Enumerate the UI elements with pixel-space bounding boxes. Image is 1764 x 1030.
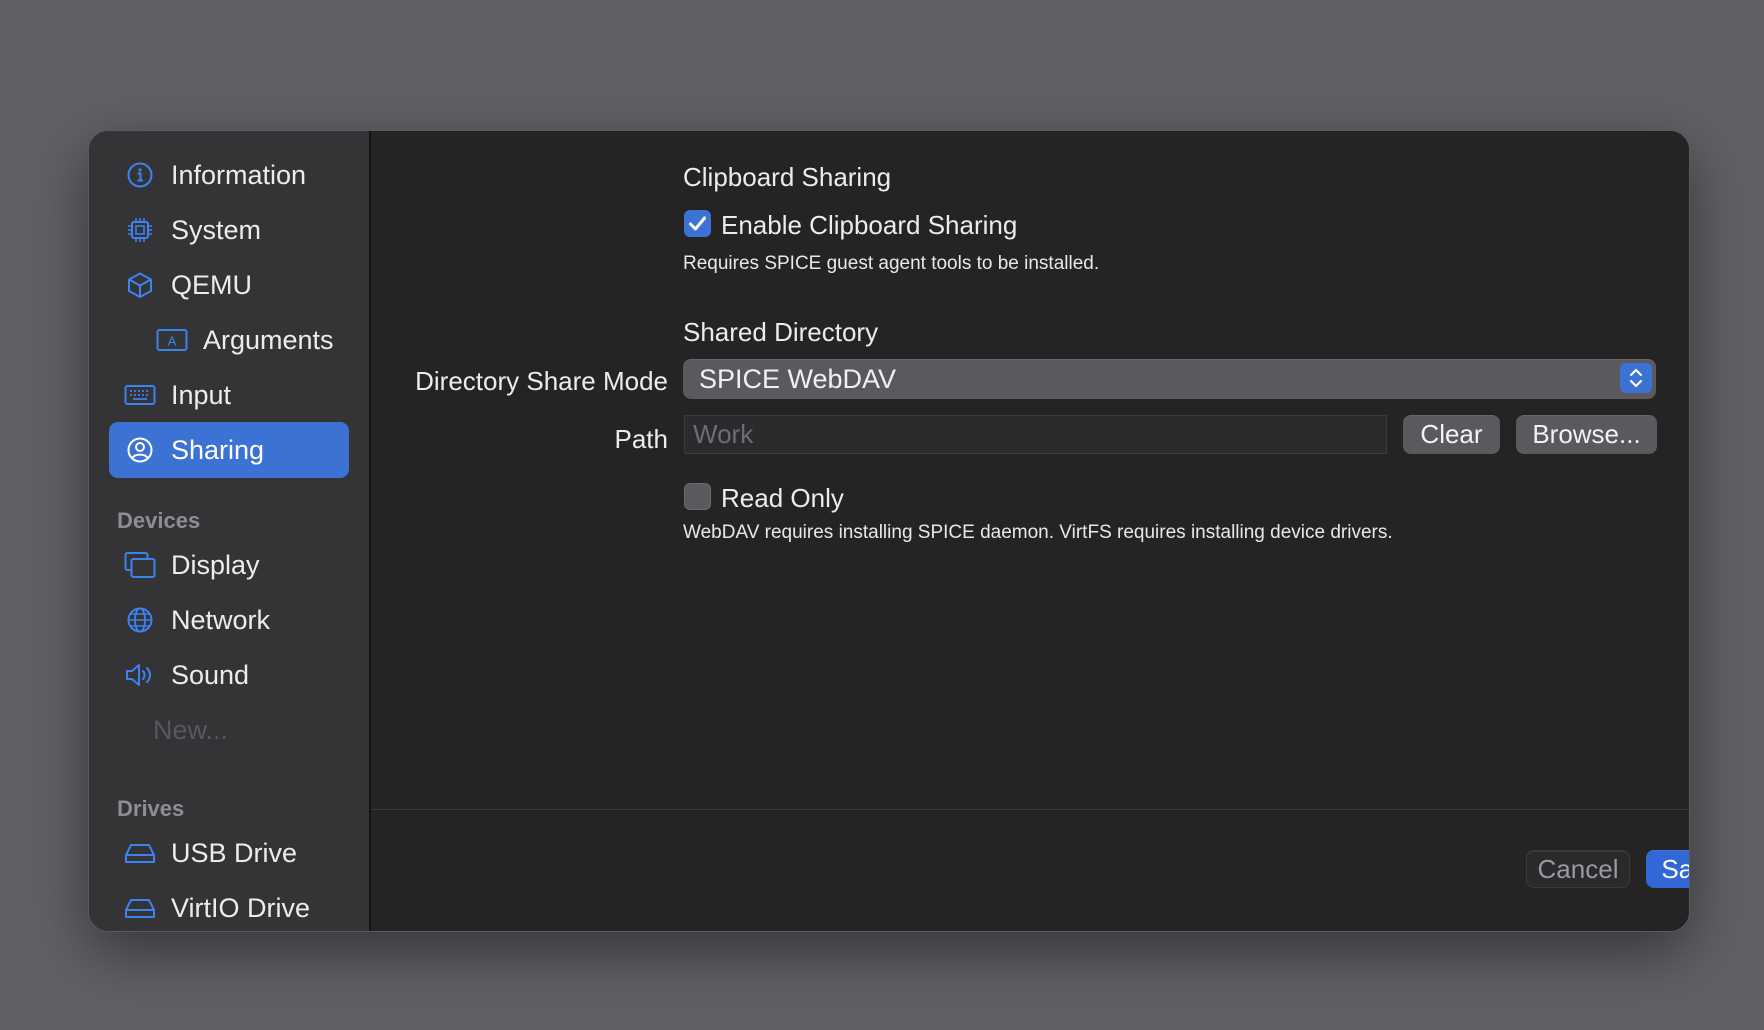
sidebar: Information System QEMU A Arguments Inpu… bbox=[89, 131, 371, 931]
footer-divider bbox=[371, 809, 1689, 810]
sidebar-item-sound[interactable]: Sound bbox=[109, 647, 349, 703]
directory-share-mode-select[interactable]: SPICE WebDAV bbox=[683, 359, 1656, 399]
read-only-label[interactable]: Read Only bbox=[721, 483, 844, 514]
sidebar-item-qemu[interactable]: QEMU bbox=[109, 257, 349, 313]
save-button[interactable]: Save bbox=[1646, 850, 1689, 888]
cube-icon bbox=[123, 268, 157, 302]
drive-icon bbox=[123, 836, 157, 870]
clipboard-sharing-heading: Clipboard Sharing bbox=[683, 162, 892, 192]
clear-button[interactable]: Clear bbox=[1403, 415, 1500, 454]
popup-stepper-icon bbox=[1620, 363, 1652, 393]
path-field[interactable]: Work bbox=[684, 415, 1387, 454]
sidebar-item-label: Sound bbox=[171, 659, 250, 690]
devices-section-header: Devices bbox=[117, 508, 201, 533]
sidebar-item-label: VirtIO Drive bbox=[171, 892, 311, 923]
sidebar-item-label: QEMU bbox=[171, 269, 252, 300]
path-placeholder: Work bbox=[693, 419, 754, 449]
keyboard-icon bbox=[123, 378, 157, 412]
sidebar-item-label: Arguments bbox=[203, 324, 334, 355]
sidebar-item-label: Display bbox=[171, 549, 260, 580]
person-circle-icon bbox=[123, 433, 157, 467]
info-icon bbox=[123, 158, 157, 192]
sidebar-item-label: Information bbox=[171, 159, 307, 190]
path-label: Path bbox=[614, 424, 669, 454]
sidebar-item-label: Input bbox=[171, 379, 232, 410]
sidebar-item-label: Network bbox=[171, 604, 271, 635]
sharing-settings-panel: Clipboard Sharing Enable Clipboard Shari… bbox=[371, 131, 1689, 931]
browse-button[interactable]: Browse... bbox=[1516, 415, 1657, 454]
sidebar-item-label: Sharing bbox=[171, 434, 265, 465]
settings-window: Information System QEMU A Arguments Inpu… bbox=[88, 130, 1690, 932]
sidebar-item-arguments[interactable]: A Arguments bbox=[109, 312, 349, 368]
sidebar-item-label: System bbox=[171, 214, 262, 245]
directory-share-mode-label: Directory Share Mode bbox=[415, 366, 668, 396]
cancel-button[interactable]: Cancel bbox=[1526, 850, 1630, 888]
sidebar-item-network[interactable]: Network bbox=[109, 592, 349, 648]
sidebar-item-virtio-drive[interactable]: VirtIO Drive bbox=[109, 880, 349, 931]
enable-clipboard-checkbox[interactable] bbox=[684, 210, 711, 237]
checkmark-icon bbox=[689, 216, 706, 231]
speaker-icon bbox=[123, 658, 157, 692]
display-icon bbox=[123, 548, 157, 582]
svg-text:A: A bbox=[168, 334, 177, 349]
sidebar-item-information[interactable]: Information bbox=[109, 147, 349, 203]
text-field-icon: A bbox=[155, 323, 189, 357]
directory-share-mode-value: SPICE WebDAV bbox=[699, 363, 897, 394]
sidebar-item-label: USB Drive bbox=[171, 837, 298, 868]
new-device-placeholder[interactable]: New... bbox=[153, 702, 353, 758]
clipboard-hint: Requires SPICE guest agent tools to be i… bbox=[683, 253, 1100, 274]
drive-icon bbox=[123, 891, 157, 925]
enable-clipboard-label[interactable]: Enable Clipboard Sharing bbox=[721, 210, 1017, 241]
sidebar-item-input[interactable]: Input bbox=[109, 367, 349, 423]
cpu-icon bbox=[123, 213, 157, 247]
sidebar-item-sharing[interactable]: Sharing bbox=[109, 422, 349, 478]
shared-directory-heading: Shared Directory bbox=[683, 317, 879, 347]
shared-directory-hint: WebDAV requires installing SPICE daemon.… bbox=[683, 522, 1393, 543]
sidebar-item-display[interactable]: Display bbox=[109, 537, 349, 593]
read-only-checkbox[interactable] bbox=[684, 483, 711, 510]
drives-section-header: Drives bbox=[117, 796, 185, 821]
sidebar-item-usb-drive[interactable]: USB Drive bbox=[109, 825, 349, 881]
sidebar-item-system[interactable]: System bbox=[109, 202, 349, 258]
globe-icon bbox=[123, 603, 157, 637]
